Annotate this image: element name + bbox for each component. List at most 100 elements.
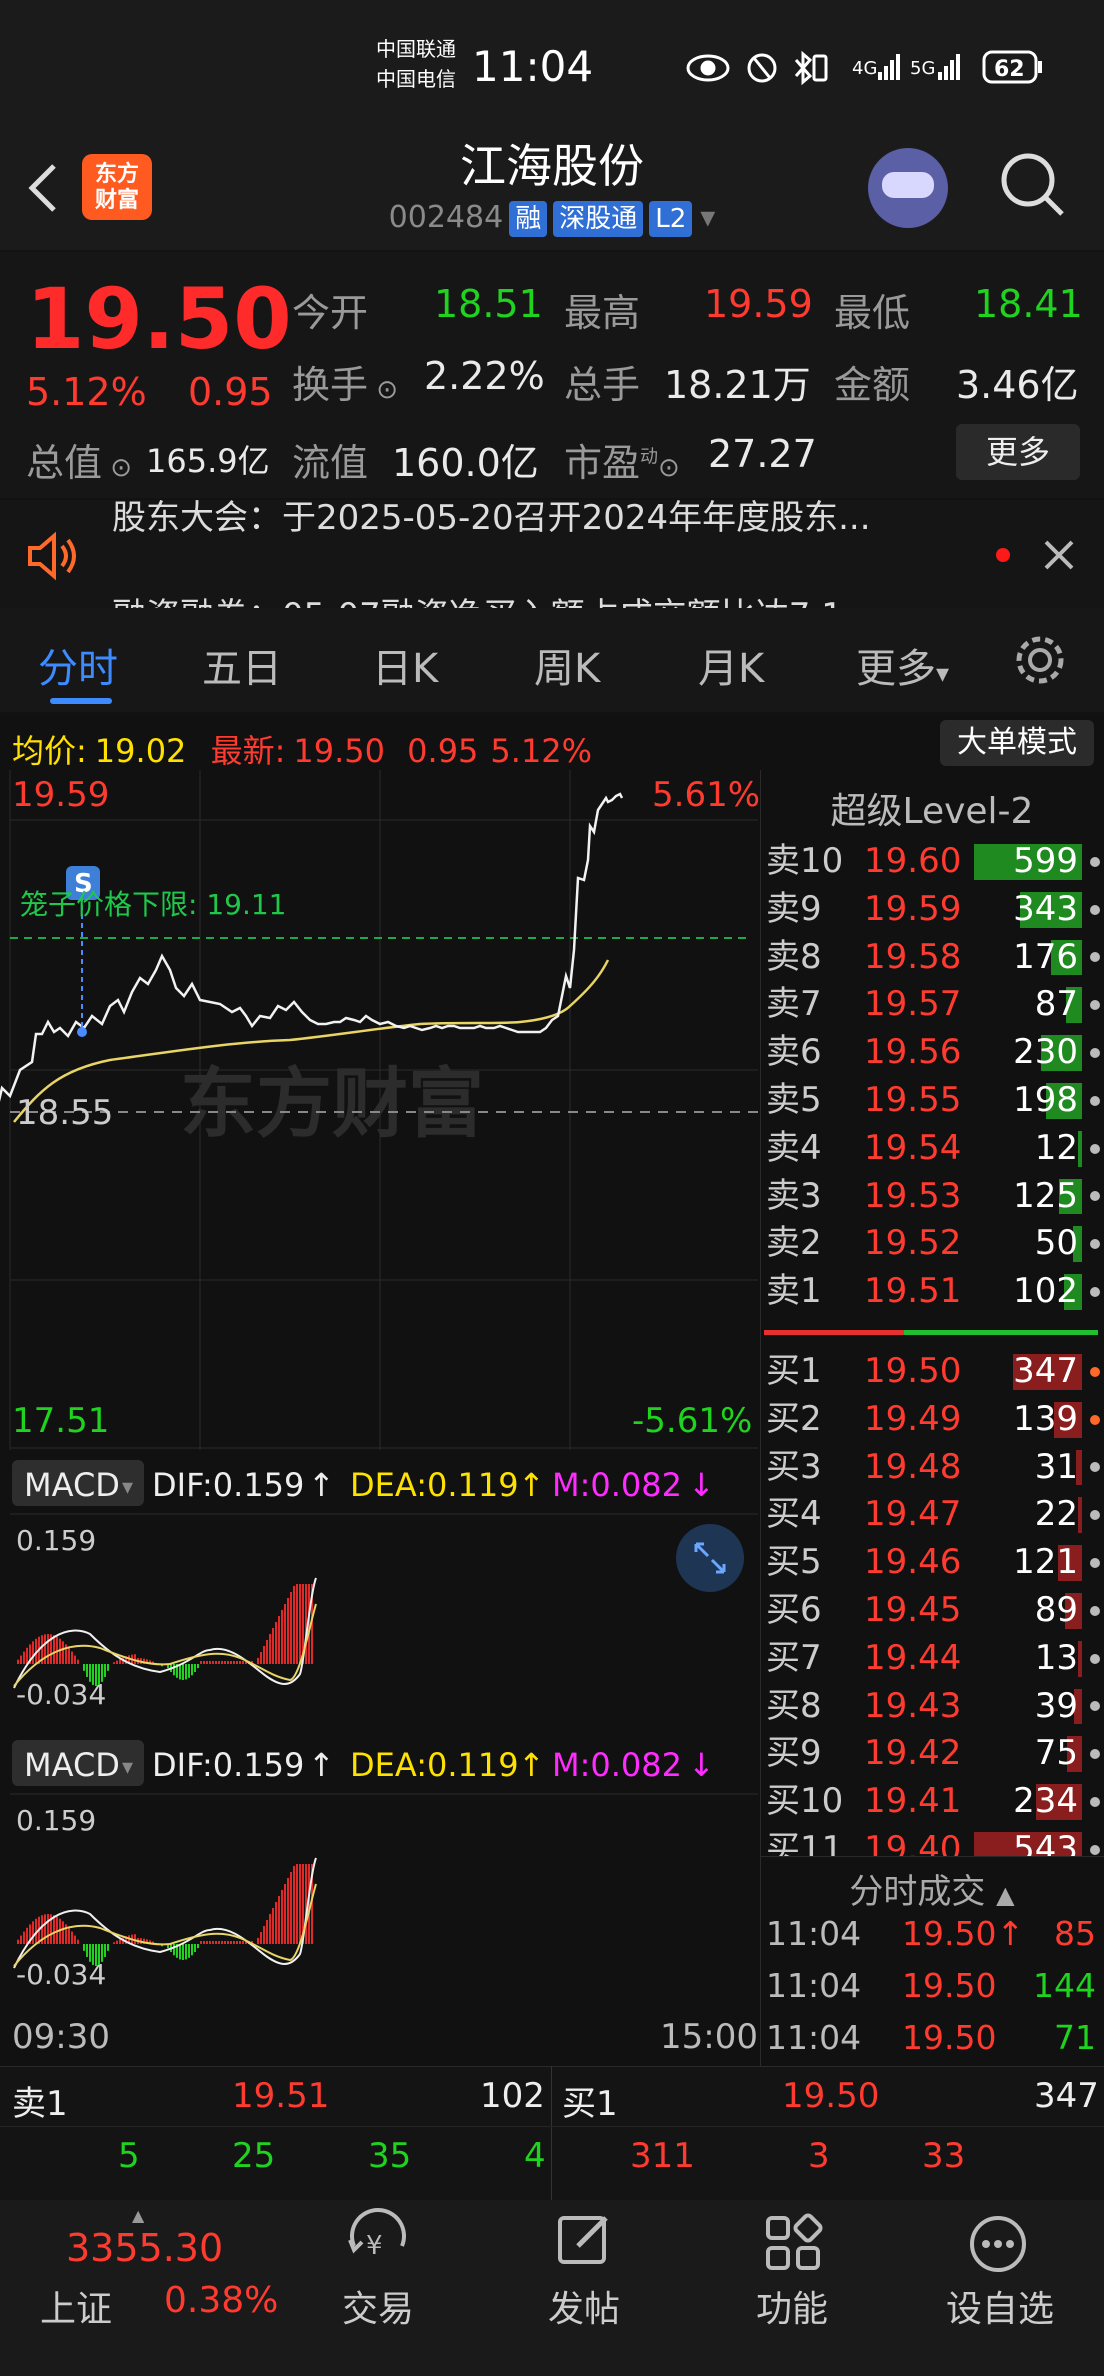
nav-post[interactable]: 发帖 [548, 2280, 620, 2332]
bid-volume: 39 [1034, 1685, 1078, 1726]
index-value[interactable]: 3355.30 [66, 2226, 223, 2270]
close-icon[interactable] [1042, 538, 1076, 572]
macd-bar [71, 1651, 73, 1664]
ask-row[interactable]: 卖8 19.58 176 [764, 934, 1104, 982]
nav-function[interactable]: 功能 [756, 2280, 828, 2332]
trade-icon[interactable]: ¥ [340, 2206, 416, 2282]
tab-daily-k[interactable]: 日K [372, 636, 438, 694]
bid-row[interactable]: 买6 19.45 89 [764, 1587, 1104, 1635]
macd-bar [293, 1586, 295, 1664]
svg-text:↑: ↑ [308, 1746, 335, 1784]
nav-trade[interactable]: 交易 [342, 2280, 414, 2332]
bid-row[interactable]: 买9 19.42 75 [764, 1730, 1104, 1778]
macd-bar [71, 1931, 73, 1944]
ask-dot [1090, 1048, 1100, 1059]
macd-bar [200, 1941, 202, 1944]
tab-five-day[interactable]: 五日 [202, 636, 282, 694]
tick-trades-header[interactable]: 分时成交 ▲ [760, 1864, 1104, 1913]
bid-row[interactable]: 买10 19.41 234 [764, 1778, 1104, 1826]
macd-bar [287, 1878, 289, 1944]
macd-bar [263, 1646, 265, 1664]
bid-volume: 121 [1013, 1542, 1078, 1583]
ask-row[interactable]: 卖9 19.59 343 [764, 886, 1104, 934]
tab-more[interactable]: 更多▾ [856, 636, 949, 694]
bid-row[interactable]: 买8 19.43 39 [764, 1683, 1104, 1731]
tab-intraday[interactable]: 分时 [38, 636, 118, 694]
sell1-volume: 102 [480, 2076, 545, 2116]
ask-volume-bar [1078, 1130, 1082, 1167]
function-icon[interactable] [756, 2206, 832, 2282]
macd-bar [194, 1944, 196, 1952]
ask-price: 19.59 [864, 888, 962, 929]
bid-row[interactable]: 买1 19.50 347 [764, 1348, 1104, 1396]
macd-bar [296, 1864, 298, 1944]
macd-bar [98, 1664, 100, 1685]
ask-row[interactable]: 卖5 19.55 198 [764, 1077, 1104, 1125]
bid-row[interactable]: 买4 19.47 22 [764, 1491, 1104, 1539]
eye-icon [686, 54, 730, 82]
nav-watchlist[interactable]: 设自选 [946, 2280, 1054, 2332]
index-name[interactable]: 上证 [40, 2280, 112, 2332]
bid-row[interactable]: 买3 19.48 31 [764, 1444, 1104, 1492]
macd-bar [275, 1622, 277, 1664]
ask-row[interactable]: 卖2 19.52 50 [764, 1220, 1104, 1268]
macd-bar [293, 1866, 295, 1944]
macd-bar [272, 1908, 274, 1944]
macd-bar [179, 1664, 181, 1680]
gear-icon[interactable] [1012, 632, 1068, 688]
ask-dot [1090, 952, 1100, 963]
ask-level-label: 卖4 [766, 1127, 822, 1168]
bid-row[interactable]: 买5 19.46 121 [764, 1539, 1104, 1587]
bid-level-label: 买4 [766, 1494, 822, 1535]
more-dots-icon[interactable] [960, 2206, 1036, 2282]
bid-volume: 89 [1034, 1589, 1078, 1630]
bid-row[interactable]: 买11 19.40 543 [764, 1826, 1104, 1856]
post-icon[interactable] [548, 2206, 624, 2282]
ask-row[interactable]: 卖6 19.56 230 [764, 1029, 1104, 1077]
bid-dot [1090, 1462, 1100, 1473]
macd-top-2: 0.159 [16, 1804, 96, 1837]
ask-level-label: 卖2 [766, 1223, 822, 1264]
bid-dot [1090, 1605, 1100, 1616]
bid-row[interactable]: 买2 19.49 139 [764, 1396, 1104, 1444]
ask-row[interactable]: 卖7 19.57 87 [764, 981, 1104, 1029]
ask-price: 19.57 [864, 984, 962, 1025]
macd-bar [182, 1664, 184, 1680]
ask-row[interactable]: 卖3 19.53 125 [764, 1173, 1104, 1221]
macd-dea-1: DEA:0.119 [350, 1466, 519, 1504]
ask-row[interactable]: 卖4 19.54 12 [764, 1125, 1104, 1173]
robot-avatar-icon[interactable] [868, 148, 948, 228]
intraday-chart[interactable]: 东方财富 S 19.59 5.61% 笼子价格下限: 19.11 18.55 1… [0, 770, 760, 2070]
unread-dot [996, 548, 1010, 562]
tab-weekly-k[interactable]: 周K [534, 636, 600, 694]
big-order-mode-button[interactable]: 大单模式 [940, 720, 1094, 766]
more-button[interactable]: 更多 [956, 424, 1080, 480]
bid-price: 19.49 [864, 1398, 962, 1439]
macd-bar [257, 1938, 259, 1944]
ask-row[interactable]: 卖10 19.60 599 [764, 838, 1104, 886]
macd-bar [44, 1914, 46, 1944]
sell-queue: 5 [118, 2136, 140, 2176]
macd-bar [299, 1864, 301, 1944]
ask-price: 19.54 [864, 1127, 962, 1168]
ask-price: 19.60 [864, 841, 962, 881]
macd-bar [74, 1655, 76, 1664]
ask-price: 19.55 [864, 1079, 962, 1120]
macd-bar [266, 1920, 268, 1944]
ask-row[interactable]: 卖1 19.51 102 [764, 1268, 1104, 1316]
net-5g: 5G [910, 58, 935, 79]
macd-bar [305, 1864, 307, 1944]
tab-monthly-k[interactable]: 月K [698, 636, 764, 694]
svg-text:↑: ↑ [518, 1466, 545, 1504]
bid-dot [1090, 1366, 1100, 1377]
index-pct[interactable]: 0.38% [164, 2280, 278, 2321]
bluetooth-icon [794, 50, 828, 86]
search-icon[interactable] [998, 150, 1068, 222]
volume-value: 18.21万 [664, 363, 811, 407]
news-ticker[interactable]: 股东大会：于2025-05-20召开2024年年度股东... 融资融券：05-0… [0, 500, 1104, 608]
bid-level-label: 买3 [766, 1446, 822, 1487]
bid-row[interactable]: 买7 19.44 13 [764, 1635, 1104, 1683]
macd-bar [53, 1915, 55, 1944]
macd-bar [95, 1944, 97, 1966]
ask-dot [1090, 1239, 1100, 1250]
